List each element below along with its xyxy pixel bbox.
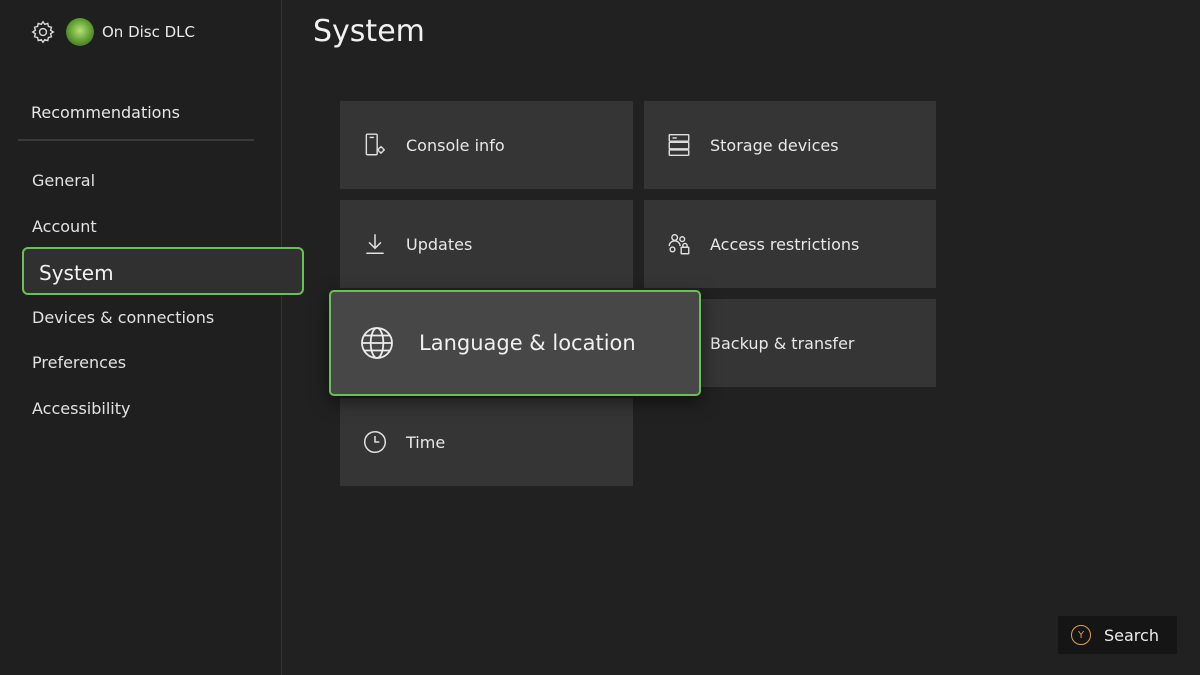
console-info-icon (362, 132, 388, 158)
sidebar-item-devices-connections[interactable]: Devices & connections (32, 308, 214, 327)
tile-label: Updates (406, 234, 473, 254)
profile-header: On Disc DLC (30, 17, 195, 47)
tile-label: Storage devices (710, 135, 839, 155)
sidebar-item-accessibility[interactable]: Accessibility (32, 399, 130, 418)
sidebar-item-recommendations[interactable]: Recommendations (31, 103, 180, 122)
tile-label: Time (406, 432, 446, 452)
sidebar: On Disc DLC Recommendations General Acco… (0, 0, 304, 675)
tile-label: Console info (406, 135, 505, 155)
globe-icon (359, 325, 395, 361)
tile-label: Language & location (419, 331, 636, 355)
tile-time[interactable]: Time (340, 398, 633, 486)
tile-label: Access restrictions (710, 234, 860, 254)
sidebar-item-label: System (39, 261, 114, 285)
tile-label: Backup & transfer (710, 333, 855, 353)
page-title: System (313, 14, 425, 49)
profile-name: On Disc DLC (102, 23, 196, 41)
clock-icon (362, 429, 388, 455)
sidebar-item-preferences[interactable]: Preferences (32, 353, 126, 372)
sidebar-item-system[interactable]: System (22, 247, 304, 295)
access-icon (666, 231, 692, 257)
search-label: Search (1104, 625, 1159, 645)
sidebar-divider (18, 139, 254, 141)
search-button[interactable]: Y Search (1058, 616, 1177, 654)
tile-storage-devices[interactable]: Storage devices (644, 101, 936, 189)
tile-access-restrictions[interactable]: Access restrictions (644, 200, 936, 288)
y-button-icon: Y (1071, 625, 1091, 645)
settings-screen: On Disc DLC Recommendations General Acco… (0, 0, 1200, 675)
sidebar-item-account[interactable]: Account (32, 217, 97, 236)
tile-updates[interactable]: Updates (340, 200, 633, 288)
storage-icon (666, 132, 692, 158)
avatar[interactable] (66, 18, 94, 46)
gear-icon (30, 19, 56, 45)
tile-console-info[interactable]: Console info (340, 101, 633, 189)
tile-language-location[interactable]: Language & location (329, 290, 701, 396)
sidebar-item-general[interactable]: General (32, 171, 95, 190)
download-icon (362, 231, 388, 257)
